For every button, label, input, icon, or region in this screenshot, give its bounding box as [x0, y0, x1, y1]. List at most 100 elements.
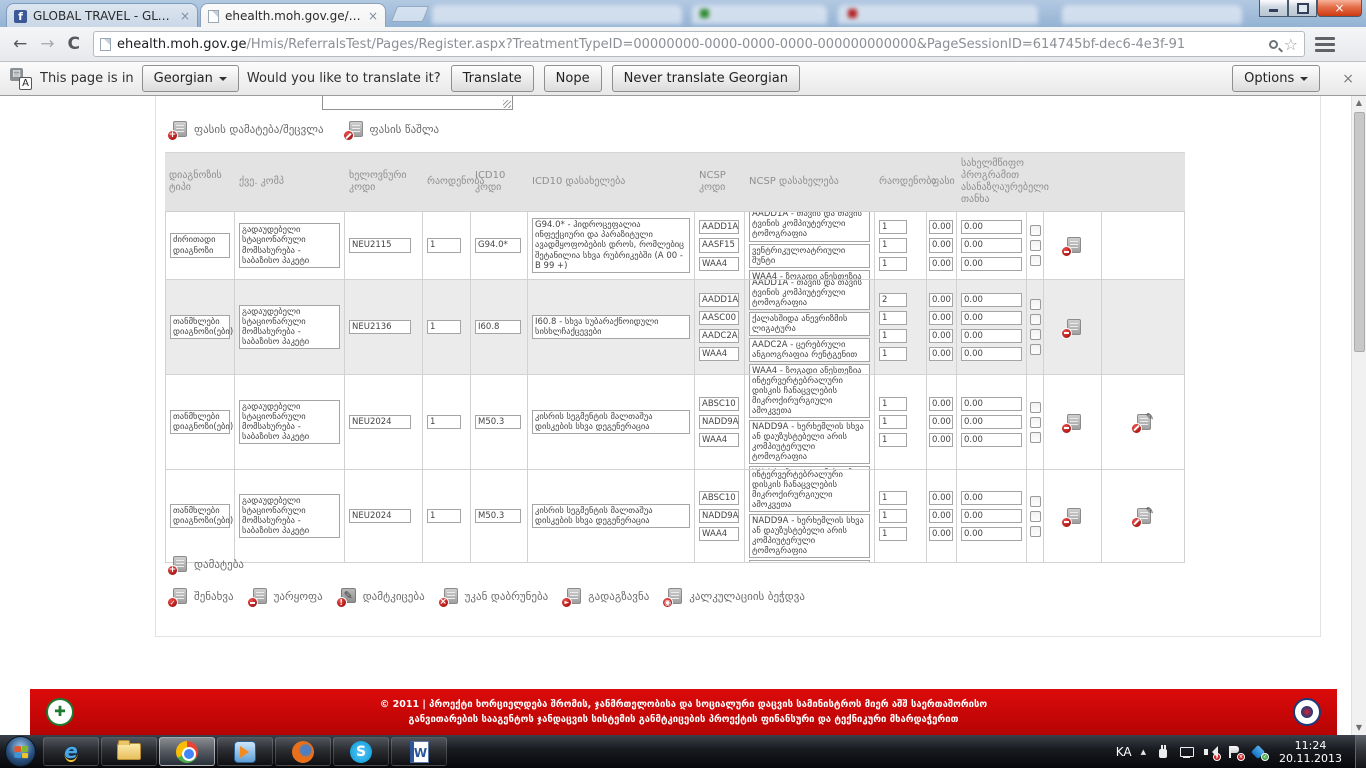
ncsp-quantity-input[interactable]: 2	[879, 293, 907, 307]
icd10-code-input[interactable]: G94.0*	[475, 238, 521, 252]
amount-input[interactable]: 0.00	[961, 347, 1022, 361]
taskbar-app-internet-explorer[interactable]: e	[43, 737, 99, 766]
restore-button[interactable]	[1288, 0, 1317, 17]
quantity-input[interactable]: 1	[427, 509, 461, 523]
ncsp-name-input[interactable]: ABSC10 - ცერვიკალური ინტერვერტებრალური დ…	[749, 375, 870, 418]
row-checkbox[interactable]	[1030, 496, 1041, 507]
diagnosis-type-input[interactable]: თანმხლები დიაგნოზი(ები)	[170, 410, 230, 434]
quantity-input[interactable]: 1	[427, 320, 461, 334]
row-checkbox[interactable]	[1030, 511, 1041, 522]
row-checkbox[interactable]	[1030, 314, 1041, 325]
amount-input[interactable]: 0.00	[961, 329, 1022, 343]
scrollbar-thumb[interactable]	[1354, 112, 1365, 352]
ncsp-name-input[interactable]: NADD9A - ხერხემლის სხვა ან დაუზუსტებელი …	[749, 514, 870, 558]
search-icon[interactable]	[1269, 40, 1278, 49]
taskbar-app-skype[interactable]: S	[333, 737, 389, 766]
close-button[interactable]: ×	[1317, 0, 1362, 17]
ncsp-code-input[interactable]: WAA4	[699, 347, 739, 361]
language-dropdown[interactable]: Georgian	[142, 65, 239, 92]
artificial-code-input[interactable]: NEU2024	[349, 415, 411, 429]
new-tab-button[interactable]	[391, 6, 429, 22]
amount-input[interactable]: 0.00	[961, 509, 1022, 523]
ncsp-name-input[interactable]: ვენტრიკულოატრიული შუნტი	[749, 244, 870, 268]
edit-row-button[interactable]: ✎	[1134, 414, 1152, 431]
ncsp-quantity-input[interactable]: 1	[879, 347, 907, 361]
icd10-name-input[interactable]: კისრის სეგმენტის მალთაშუა დისკების სხვა …	[532, 504, 690, 528]
ncsp-code-input[interactable]: AASF15	[699, 238, 739, 252]
sub-component-input[interactable]: გადაუდებელი სტაციონარული მომსახურება - ს…	[239, 400, 340, 444]
ncsp-quantity-input[interactable]: 1	[879, 397, 907, 411]
price-input[interactable]: 0.00	[929, 397, 953, 411]
delete-row-button[interactable]	[1064, 414, 1082, 431]
ncsp-name-input[interactable]: WAA4 - ზოგადი ანესთეზია	[749, 560, 870, 562]
truncated-textarea[interactable]	[322, 96, 513, 110]
approve-button[interactable]: ✎ დამტკიცება	[339, 588, 425, 605]
price-input[interactable]: 0.00	[929, 220, 953, 234]
delete-row-button[interactable]	[1064, 508, 1082, 525]
sub-component-input[interactable]: გადაუდებელი სტაციონარული მომსახურება - ს…	[239, 305, 340, 349]
taskbar-app-windows-explorer[interactable]	[101, 737, 157, 766]
price-input[interactable]: 0.00	[929, 527, 953, 541]
edit-row-button[interactable]: ✎	[1134, 508, 1152, 525]
quantity-input[interactable]: 1	[427, 238, 461, 252]
icd10-code-input[interactable]: I60.8	[475, 320, 521, 334]
ncsp-name-input[interactable]: WAA4 - ზოგადი ანესთეზია	[749, 466, 870, 469]
price-input[interactable]: 0.00	[929, 491, 953, 505]
ncsp-name-input[interactable]: WAA4 - ზოგადი ანესთეზია	[749, 270, 870, 279]
taskbar-clock[interactable]: 11:24 20.11.2013	[1279, 739, 1342, 765]
nope-button[interactable]: Nope	[544, 65, 602, 92]
ncsp-code-input[interactable]: WAA4	[699, 257, 739, 271]
row-checkbox[interactable]	[1030, 255, 1041, 266]
translate-button[interactable]: Translate	[451, 65, 534, 92]
taskbar-app-firefox[interactable]	[275, 737, 331, 766]
row-checkbox[interactable]	[1030, 432, 1041, 443]
power-plug-icon[interactable]	[1155, 745, 1170, 759]
price-input[interactable]: 0.00	[929, 415, 953, 429]
amount-input[interactable]: 0.00	[961, 397, 1022, 411]
tab-ehealth[interactable]: ehealth.moh.gov.ge/Hmis ×	[200, 3, 386, 27]
scroll-up-icon[interactable]: ▲	[1352, 96, 1366, 110]
add-change-price-button[interactable]: ფასის დამატება/შეცვლა	[170, 121, 324, 138]
quantity-input[interactable]: 1	[427, 415, 461, 429]
price-input[interactable]: 0.00	[929, 509, 953, 523]
amount-input[interactable]: 0.00	[961, 433, 1022, 447]
ncsp-code-input[interactable]: NADD9A	[699, 509, 739, 523]
icd10-code-input[interactable]: M50.3	[475, 509, 521, 523]
delete-row-button[interactable]	[1064, 319, 1082, 336]
delete-price-button[interactable]: ფასის წაშლა	[346, 121, 440, 138]
minimize-button[interactable]	[1259, 0, 1288, 17]
ncsp-quantity-input[interactable]: 1	[879, 329, 907, 343]
amount-input[interactable]: 0.00	[961, 220, 1022, 234]
ncsp-code-input[interactable]: AADD1A	[699, 293, 739, 307]
sub-component-input[interactable]: გადაუდებელი სტაციონარული მომსახურება - ს…	[239, 494, 340, 538]
reload-icon[interactable]: C	[68, 36, 80, 53]
save-button[interactable]: შენახვა	[170, 588, 234, 605]
artificial-code-input[interactable]: NEU2115	[349, 238, 411, 252]
ncsp-quantity-input[interactable]: 1	[879, 257, 907, 271]
show-hidden-icons[interactable]: ▲	[1141, 748, 1146, 756]
row-checkbox[interactable]	[1030, 299, 1041, 310]
price-input[interactable]: 0.00	[929, 347, 953, 361]
ncsp-name-input[interactable]: ქალასშიდა ანევრიზმის ლიგატურა	[749, 312, 870, 336]
tab-close-icon[interactable]: ×	[180, 10, 190, 22]
price-input[interactable]: 0.00	[929, 433, 953, 447]
diagnosis-type-input[interactable]: ძირითადი დიაგნოზი	[170, 233, 230, 257]
ncsp-name-input[interactable]: WAA4 - ზოგადი ანესთეზია	[749, 364, 870, 374]
ncsp-name-input[interactable]: NADD9A - ხერხემლის სხვა ან დაუზუსტებელი …	[749, 420, 870, 464]
add-button[interactable]: დამატება	[170, 556, 244, 573]
dropbox-icon[interactable]: ✓	[1251, 745, 1266, 759]
diagnosis-type-input[interactable]: თანმხლები დიაგნოზი(ები)	[170, 504, 230, 528]
show-desktop-button[interactable]	[1355, 735, 1366, 768]
ncsp-code-input[interactable]: NADD9A	[699, 415, 739, 429]
ncsp-name-input[interactable]: AADC2A - ცერებრული ანგიოგრაფია რენტგენით	[749, 338, 870, 362]
artificial-code-input[interactable]: NEU2024	[349, 509, 411, 523]
amount-input[interactable]: 0.00	[961, 415, 1022, 429]
reject-button[interactable]: უარყოფა	[250, 588, 323, 605]
options-dropdown[interactable]: Options	[1232, 65, 1320, 92]
diagnosis-type-input[interactable]: თანმხლები დიაგნოზი(ები)	[170, 315, 230, 339]
icd10-name-input[interactable]: I60.8 - სხვა სუბარაქნოიდული სისხლჩაქცევე…	[532, 315, 690, 339]
taskbar-app-media-player[interactable]	[217, 737, 273, 766]
back-icon[interactable]: ←	[13, 36, 27, 53]
ncsp-name-input[interactable]: AADD1A - თავის და თავის ტვინის კომპიუტერ…	[749, 212, 870, 242]
never-translate-button[interactable]: Never translate Georgian	[612, 65, 800, 92]
